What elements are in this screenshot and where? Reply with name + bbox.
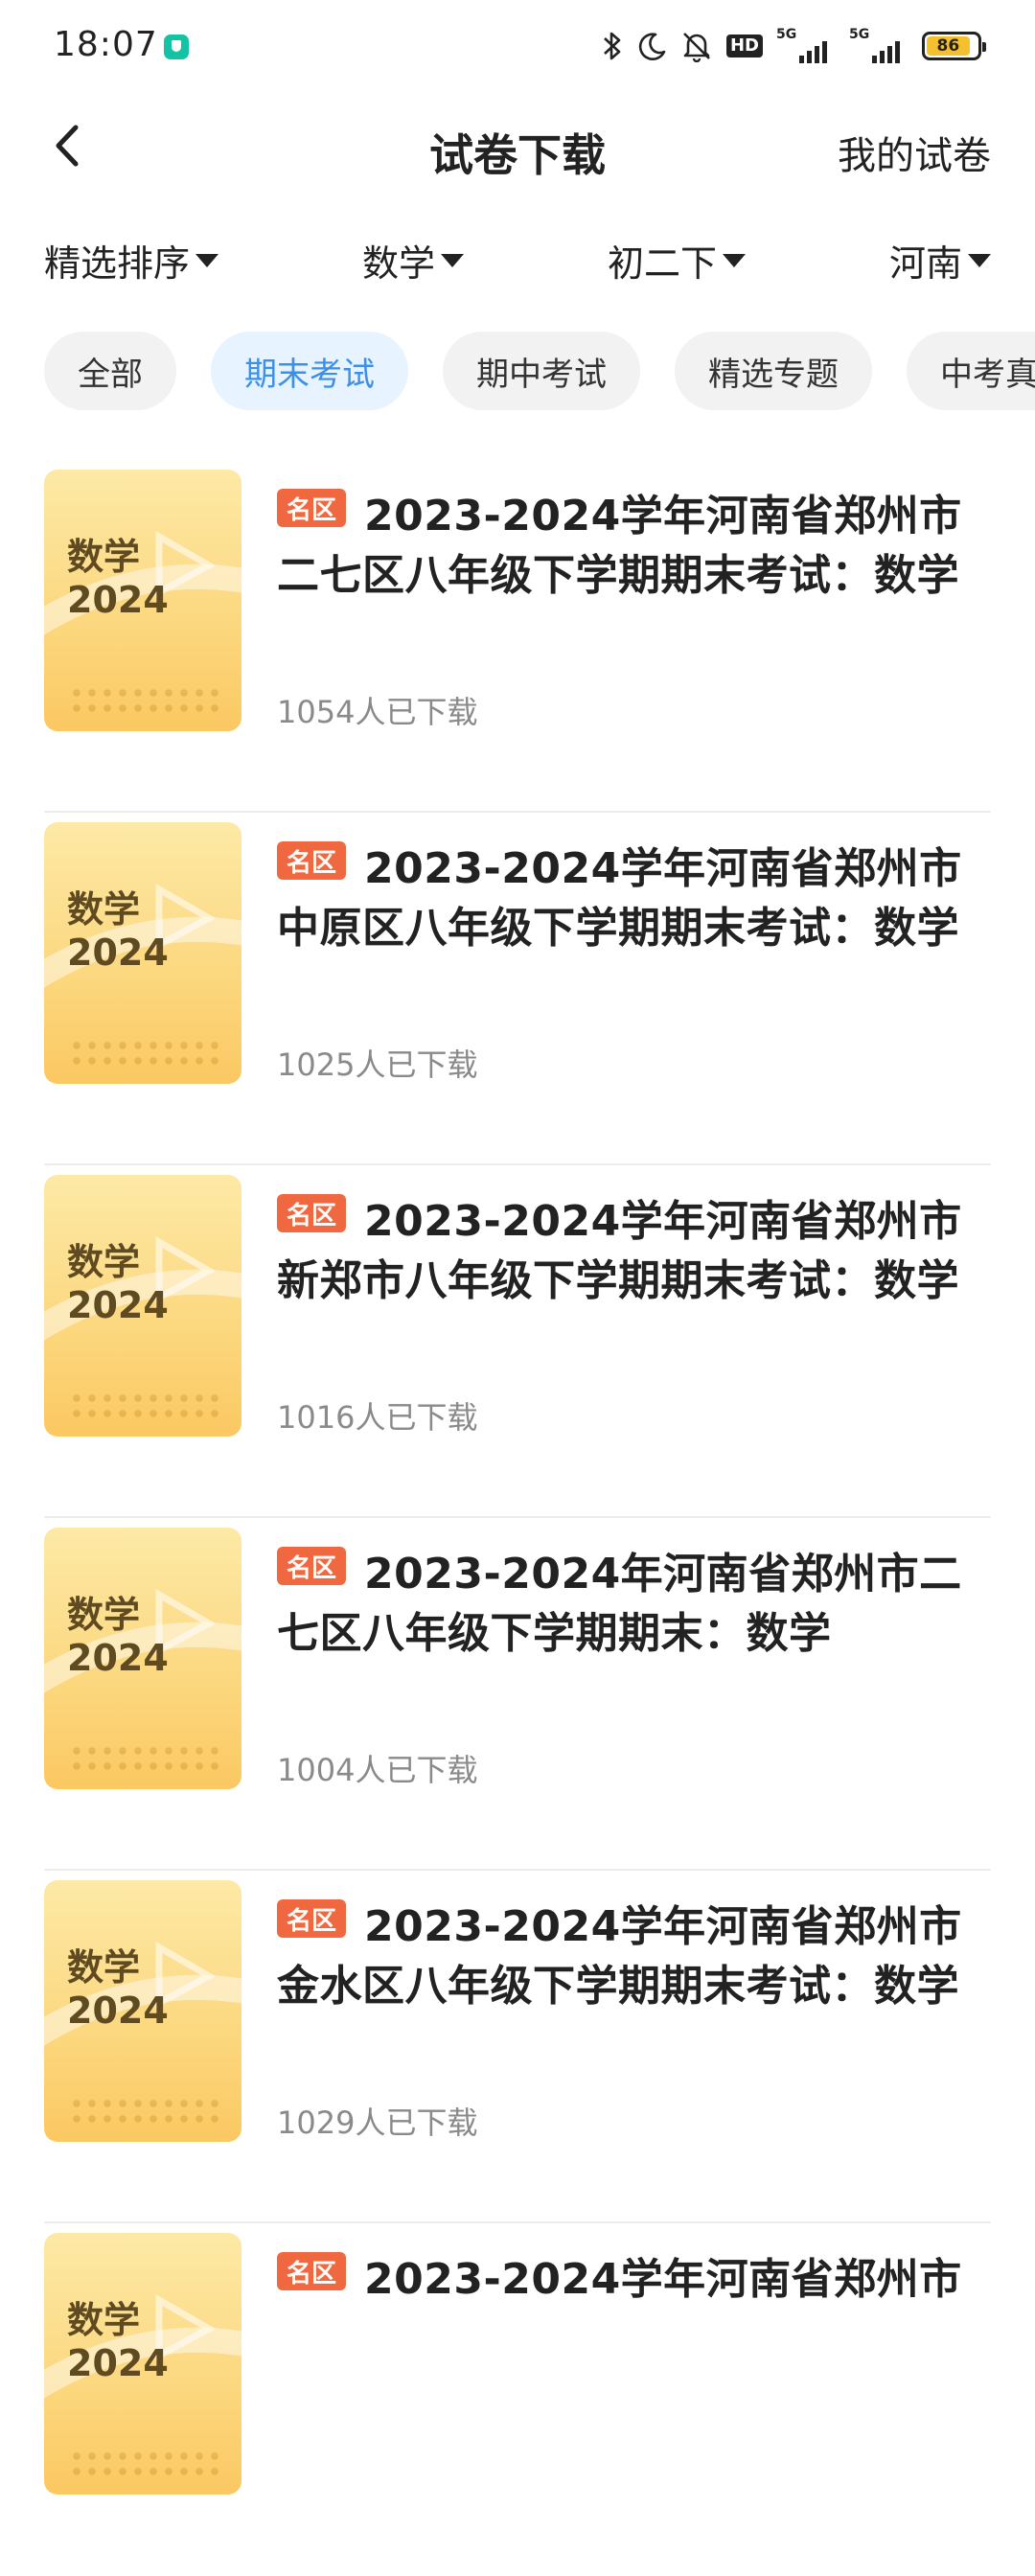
category-chips: 全部 期末考试 期中考试 精选专题 中考真题 — [0, 332, 1035, 412]
download-count: 1004人已下载 — [277, 1752, 478, 1788]
cover-subject: 数学 — [67, 888, 141, 931]
paper-title-line-1: 2023-2024学年河南省郑州市 — [364, 844, 962, 893]
cover-subject: 数学 — [67, 1241, 141, 1283]
system-icons: HD 5G 5G 86 — [602, 21, 986, 71]
filter-row: 精选排序 数学 初二下 河南 — [0, 230, 1035, 288]
paper-title-line-1: 2023-2024学年河南省郑州市 — [364, 1902, 962, 1951]
list-item[interactable]: 数学 2024 名区 2023-2024学年河南省郑州市 二七区八年级下学期期末… — [0, 460, 1035, 813]
cover-year: 2024 — [67, 579, 169, 621]
filter-label: 初二下 — [608, 242, 718, 285]
chip-midterm-exam[interactable]: 期中考试 — [443, 332, 640, 410]
cover-dots — [69, 685, 222, 718]
paper-cover: 数学 2024 — [44, 2233, 242, 2495]
download-count: 1054人已下载 — [277, 694, 478, 730]
paper-title-line-2: 二七区八年级下学期期末考试：数学 — [277, 551, 959, 600]
paper-title-line-2: 新郑市八年级下学期期末考试：数学 — [277, 1256, 959, 1305]
list-item[interactable]: 数学 2024 名区 2023-2024学年河南省郑州市 金水区八年级下学期期末… — [0, 1871, 1035, 2223]
cover-dots — [69, 2096, 222, 2128]
bluetooth-icon — [602, 30, 623, 62]
paper-title-line-2: 七区八年级下学期期末：数学 — [277, 1609, 832, 1658]
paper-cover: 数学 2024 — [44, 1880, 242, 2142]
paper-cover: 数学 2024 — [44, 470, 242, 731]
list-item[interactable]: 数学 2024 名区 2023-2024学年河南省郑州市 新郑市八年级下学期期末… — [0, 1165, 1035, 1518]
network-label: 5G — [776, 27, 797, 42]
cover-dots — [69, 1743, 222, 1776]
paper-title-line-2: 金水区八年级下学期期末考试：数学 — [277, 1962, 959, 2011]
signal-icon-1: 5G — [776, 27, 836, 65]
chip-featured-topics[interactable]: 精选专题 — [675, 332, 872, 410]
grade-filter[interactable]: 初二下 — [608, 234, 747, 287]
cover-year: 2024 — [67, 1990, 169, 2032]
cover-year: 2024 — [67, 1637, 169, 1679]
district-tag: 名区 — [277, 1194, 347, 1232]
region-filter[interactable]: 河南 — [889, 234, 992, 287]
cover-year: 2024 — [67, 932, 169, 974]
paper-title-line-1: 2023-2024学年河南省郑州市 — [364, 2255, 962, 2304]
status-time: 18:07 — [54, 25, 158, 64]
district-tag: 名区 — [277, 841, 347, 880]
paper-cover: 数学 2024 — [44, 1175, 242, 1437]
filter-label: 数学 — [362, 242, 436, 285]
paper-title-line-1: 2023-2024学年河南省郑州市 — [364, 1197, 962, 1246]
filter-label: 河南 — [889, 242, 963, 285]
chip-final-exam[interactable]: 期末考试 — [211, 332, 408, 410]
network-label: 5G — [849, 27, 870, 42]
caret-down-icon — [968, 253, 992, 267]
district-tag: 名区 — [277, 489, 347, 527]
download-count: 1016人已下载 — [277, 1399, 478, 1436]
moon-icon — [636, 31, 667, 61]
paper-title-line-1: 2023-2024学年河南省郑州市 — [364, 492, 962, 540]
nav-bar: 试卷下载 我的试卷 — [0, 92, 1035, 207]
paper-title-line-2: 中原区八年级下学期期末考试：数学 — [277, 904, 959, 953]
caret-down-icon — [723, 253, 747, 267]
download-count: 1029人已下载 — [277, 2104, 478, 2141]
chip-all[interactable]: 全部 — [44, 332, 176, 410]
cover-dots — [69, 1391, 222, 1423]
cover-dots — [69, 1038, 222, 1070]
cover-year: 2024 — [67, 1284, 169, 1326]
bell-muted-icon — [680, 30, 713, 62]
signal-icon-2: 5G — [849, 27, 908, 65]
cover-dots — [69, 2449, 222, 2481]
cover-subject: 数学 — [67, 536, 141, 578]
chip-zhongkao-papers[interactable]: 中考真题 — [907, 332, 1035, 410]
sort-filter[interactable]: 精选排序 — [44, 234, 219, 287]
battery-level: 86 — [927, 36, 970, 56]
cover-subject: 数学 — [67, 1946, 141, 1989]
shield-app-icon — [164, 34, 189, 59]
cover-subject: 数学 — [67, 1594, 141, 1636]
cover-subject: 数学 — [67, 2299, 141, 2341]
district-tag: 名区 — [277, 2252, 347, 2290]
status-bar: 18:07 HD 5G 5G 86 — [0, 0, 1035, 92]
paper-cover: 数学 2024 — [44, 822, 242, 1084]
download-count: 1025人已下载 — [277, 1046, 478, 1083]
subject-filter[interactable]: 数学 — [362, 234, 465, 287]
list-item[interactable]: 数学 2024 名区 2023-2024学年河南省郑州市 — [0, 2223, 1035, 2576]
list-item[interactable]: 数学 2024 名区 2023-2024学年河南省郑州市 中原区八年级下学期期末… — [0, 813, 1035, 1165]
district-tag: 名区 — [277, 1547, 347, 1585]
battery-icon: 86 — [922, 32, 986, 60]
caret-down-icon — [441, 253, 465, 267]
hd-badge: HD — [725, 34, 763, 58]
cover-year: 2024 — [67, 2342, 169, 2384]
filter-label: 精选排序 — [44, 242, 191, 285]
my-papers-link[interactable]: 我的试卷 — [838, 125, 991, 180]
district-tag: 名区 — [277, 1899, 347, 1938]
caret-down-icon — [196, 253, 219, 267]
paper-title-line-1: 2023-2024年河南省郑州市二 — [364, 1550, 962, 1598]
list-item[interactable]: 数学 2024 名区 2023-2024年河南省郑州市二 七区八年级下学期期末：… — [0, 1518, 1035, 1871]
paper-cover: 数学 2024 — [44, 1528, 242, 1789]
